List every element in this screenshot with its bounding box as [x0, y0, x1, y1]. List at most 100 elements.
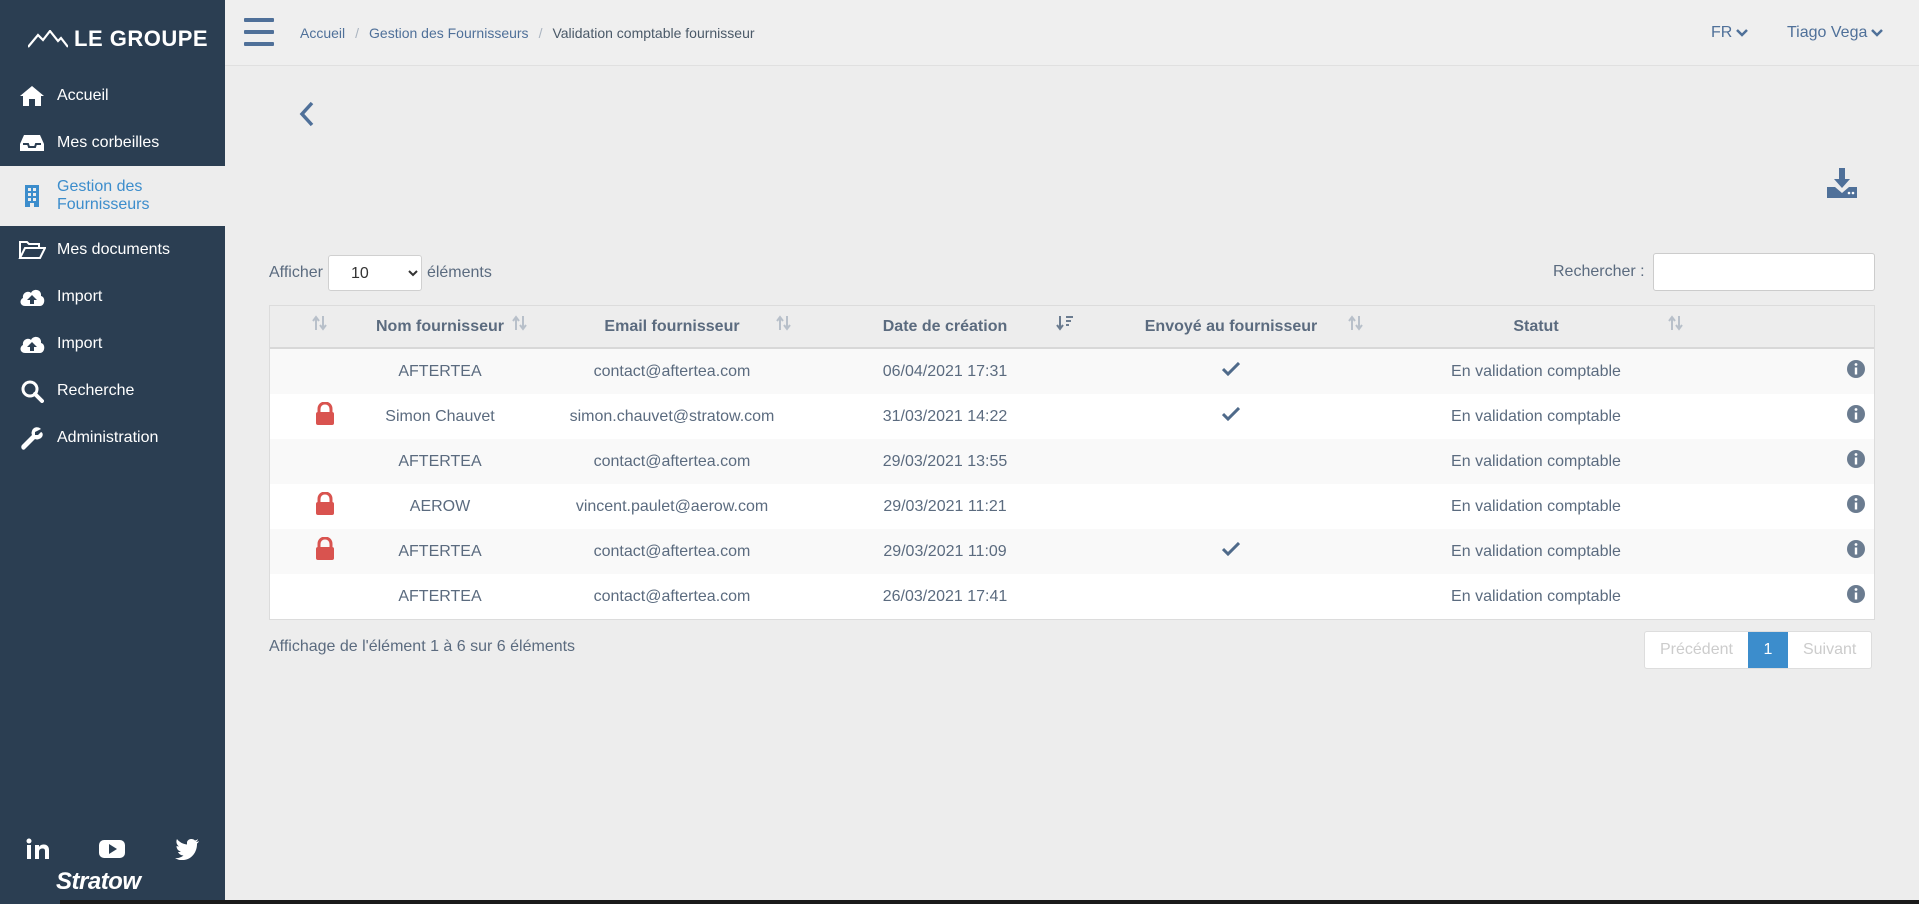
column-header-date[interactable]: Date de création [804, 306, 1086, 347]
lock-icon [314, 491, 336, 521]
breadcrumb-accueil[interactable]: Accueil [300, 25, 345, 41]
info-cell [1696, 574, 1876, 619]
table-row[interactable]: Simon Chauvet simon.chauvet@stratow.com 31… [270, 394, 1874, 439]
back-button[interactable] [296, 100, 318, 133]
table-row[interactable]: AEROW vincent.paulet@aerow.com 29/03/2021 … [270, 484, 1874, 529]
home-icon [18, 84, 46, 108]
menu-toggle-icon[interactable] [244, 18, 274, 46]
sidebar-item-label: Administration [57, 428, 159, 446]
sidebar-item-label: Mes documents [57, 240, 170, 258]
table-row[interactable]: AFTERTEA contact@aftertea.com 06/04/2021 1… [270, 349, 1874, 394]
lock-cell [270, 394, 340, 439]
logo-text: LE GROUPE [74, 26, 209, 51]
linkedin-icon[interactable] [26, 838, 50, 865]
column-header-lock[interactable] [270, 306, 340, 347]
topbar: Accueil / Gestion des Fournisseurs / Val… [225, 0, 1919, 66]
download-icon [1827, 168, 1857, 198]
status-text: En validation comptable [1451, 542, 1621, 560]
wrench-icon [18, 426, 46, 450]
sent-cell [1086, 394, 1376, 439]
info-icon[interactable] [1846, 359, 1866, 384]
supplier-name: AFTERTEA [398, 452, 482, 470]
social-links [26, 838, 200, 865]
logo[interactable]: LE GROUPE [28, 26, 208, 52]
column-header-label: Date de création [882, 317, 1008, 335]
supplier-email: vincent.paulet@aerow.com [575, 497, 769, 515]
twitter-icon[interactable] [174, 838, 200, 865]
youtube-icon[interactable] [98, 839, 126, 864]
sent-cell [1086, 574, 1376, 619]
sidebar-item-administration[interactable]: Administration [0, 414, 225, 461]
sidebar-item-accueil[interactable]: Accueil [0, 72, 225, 119]
language-label: FR [1711, 24, 1733, 41]
info-cell [1696, 529, 1876, 574]
info-icon[interactable] [1846, 584, 1866, 609]
sidebar-item-documents[interactable]: Mes documents [0, 226, 225, 273]
next-page-button[interactable]: Suivant [1788, 632, 1871, 668]
creation-date: 06/04/2021 17:31 [882, 362, 1008, 380]
sent-cell [1086, 529, 1376, 574]
pagination: Précédent 1 Suivant [1644, 631, 1873, 669]
cloud-upload-icon [18, 332, 46, 356]
download-button[interactable] [1826, 167, 1858, 204]
creation-date: 26/03/2021 17:41 [882, 587, 1008, 605]
table-row[interactable]: AFTERTEA contact@aftertea.com 26/03/2021 1… [270, 574, 1874, 619]
sidebar-item-label: Gestion des Fournisseurs [57, 178, 150, 213]
sent-cell [1086, 439, 1376, 484]
column-header-email[interactable]: Email fournisseur [540, 306, 804, 347]
status-text: En validation comptable [1451, 497, 1621, 515]
elements-label: éléments [426, 264, 492, 281]
sent-cell [1086, 349, 1376, 394]
table-row[interactable]: AFTERTEA contact@aftertea.com 29/03/2021 1… [270, 529, 1874, 574]
status-text: En validation comptable [1451, 587, 1621, 605]
sidebar-item-label: Import [57, 287, 103, 305]
supplier-email: contact@aftertea.com [593, 362, 751, 380]
table-header: Nom fournisseur Email fournisseur Date d… [270, 306, 1874, 349]
search-input[interactable] [1652, 253, 1875, 291]
sidebar-item-fournisseurs[interactable]: Gestion des Fournisseurs [0, 166, 225, 226]
info-icon[interactable] [1846, 539, 1866, 564]
user-name: Tiago Vega [1787, 24, 1868, 41]
table-row[interactable]: AFTERTEA contact@aftertea.com 29/03/2021 1… [270, 439, 1874, 484]
lock-cell [270, 484, 340, 529]
column-header-envoye[interactable]: Envoyé au fournisseur [1086, 306, 1376, 347]
column-header-nom[interactable]: Nom fournisseur [340, 306, 540, 347]
mountain-logo-icon [28, 30, 68, 48]
supplier-email: contact@aftertea.com [593, 587, 751, 605]
sidebar-item-recherche[interactable]: Recherche [0, 367, 225, 414]
column-header-label: Nom fournisseur [375, 317, 504, 335]
breadcrumb-separator: / [355, 25, 360, 41]
info-icon[interactable] [1846, 404, 1866, 429]
sort-icon [1348, 315, 1363, 331]
sidebar-item-import[interactable]: Import [0, 273, 225, 320]
page-length-select[interactable]: 10 25 50 100 [327, 255, 422, 291]
table-body: AFTERTEA contact@aftertea.com 06/04/2021 1… [270, 349, 1874, 619]
info-cell [1696, 349, 1876, 394]
info-icon[interactable] [1846, 494, 1866, 519]
sidebar-item-corbeilles[interactable]: Mes corbeilles [0, 119, 225, 166]
sidebar-item-import-2[interactable]: Import [0, 320, 225, 367]
supplier-email: contact@aftertea.com [593, 542, 751, 560]
chevron-down-icon [1736, 29, 1749, 37]
page-button[interactable]: 1 [1747, 632, 1788, 668]
breadcrumb-fournisseurs[interactable]: Gestion des Fournisseurs [369, 25, 529, 41]
cloud-upload-icon [18, 285, 46, 309]
sort-icon [776, 315, 791, 331]
check-icon [1221, 361, 1241, 381]
info-icon[interactable] [1846, 449, 1866, 474]
status-text: En validation comptable [1451, 452, 1621, 470]
language-selector[interactable]: FR [1711, 24, 1749, 42]
breadcrumb: Accueil / Gestion des Fournisseurs / Val… [300, 25, 755, 41]
table-search: Rechercher : [1553, 253, 1875, 291]
previous-page-button[interactable]: Précédent [1645, 632, 1748, 668]
sidebar-item-label: Import [57, 334, 103, 352]
lock-cell [270, 439, 340, 484]
column-header-statut[interactable]: Statut [1376, 306, 1696, 347]
breadcrumb-separator: / [538, 25, 543, 41]
user-menu[interactable]: Tiago Vega [1787, 24, 1884, 42]
column-header-label: Statut [1513, 317, 1559, 335]
lock-cell [270, 349, 340, 394]
lock-cell [270, 529, 340, 574]
search-label: Rechercher : [1553, 263, 1645, 280]
info-cell [1696, 439, 1876, 484]
